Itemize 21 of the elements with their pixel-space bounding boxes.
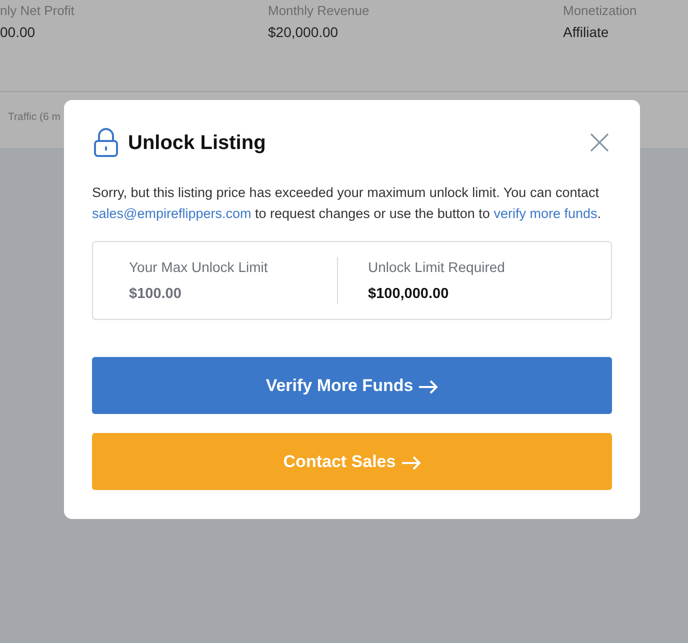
section-tab[interactable]: Traffic (6 m (8, 110, 61, 124)
dialog-message: Sorry, but this listing price has exceeded your maximum unlock limit. You can contact sales@empireflippers.com to request changes or use the button to verify more funds. (92, 184, 602, 223)
stat-label: Monthly Revenue (268, 3, 370, 19)
stat-value: Affiliate (563, 23, 609, 42)
text-link[interactable]: verify more funds (494, 206, 598, 221)
stat-label: Monetization (563, 3, 637, 19)
stat-value: $20,000.00 (268, 23, 338, 42)
stat-value: 00.00 (0, 23, 36, 42)
stat-label: nly Net Profit (0, 3, 74, 19)
limit-value: $100.00 (129, 285, 182, 304)
primary-button[interactable]: Verify More Funds (92, 357, 612, 414)
dialog-title: Unlock Listing (128, 130, 266, 156)
limit-value: $100,000.00 (368, 285, 449, 304)
limit-label: Your Max Unlock Limit (129, 258, 268, 277)
padlock-icon (94, 128, 118, 157)
close-button[interactable] (590, 133, 609, 152)
arrow-right-icon (402, 456, 421, 470)
arrow-right-icon (419, 380, 438, 394)
close-icon (590, 133, 609, 152)
text-link[interactable]: sales@empireflippers.com (92, 206, 252, 221)
limit-label: Unlock Limit Required (368, 258, 505, 277)
